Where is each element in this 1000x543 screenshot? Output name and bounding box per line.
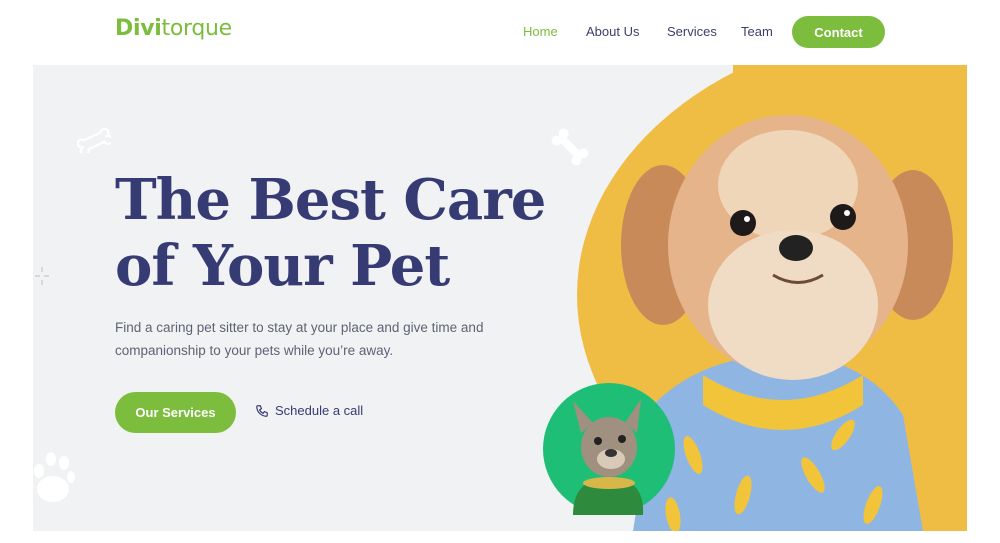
sparkle-icon bbox=[35, 267, 49, 285]
logo[interactable]: Divitorque bbox=[115, 16, 232, 41]
bone-outline-icon bbox=[77, 127, 111, 153]
site-header: Divitorque Home About Us Services Team C… bbox=[0, 0, 1000, 64]
hero-title: The Best Care of Your Pet bbox=[115, 167, 546, 299]
paw-icon bbox=[34, 452, 75, 502]
bone-icon bbox=[551, 128, 589, 166]
hero-title-line2: of Your Pet bbox=[115, 233, 450, 299]
nav-about-us[interactable]: About Us bbox=[586, 24, 639, 39]
hero-title-line1: The Best Care bbox=[115, 167, 546, 233]
nav-team[interactable]: Team bbox=[741, 24, 773, 39]
nav-home[interactable]: Home bbox=[523, 24, 558, 39]
logo-light: torque bbox=[161, 16, 233, 41]
our-services-button[interactable]: Our Services bbox=[115, 392, 236, 433]
schedule-call-link[interactable]: Schedule a call bbox=[255, 403, 363, 418]
french-bulldog-image bbox=[543, 383, 675, 515]
hero-description: Find a caring pet sitter to stay at your… bbox=[115, 320, 484, 358]
nav-services[interactable]: Services bbox=[667, 24, 717, 39]
schedule-call-label: Schedule a call bbox=[275, 403, 364, 418]
hero-section: The Best Care of Your Pet Find a caring … bbox=[33, 65, 967, 531]
contact-button[interactable]: Contact bbox=[792, 16, 885, 48]
phone-icon bbox=[256, 404, 268, 417]
logo-bold: Divi bbox=[115, 16, 162, 41]
